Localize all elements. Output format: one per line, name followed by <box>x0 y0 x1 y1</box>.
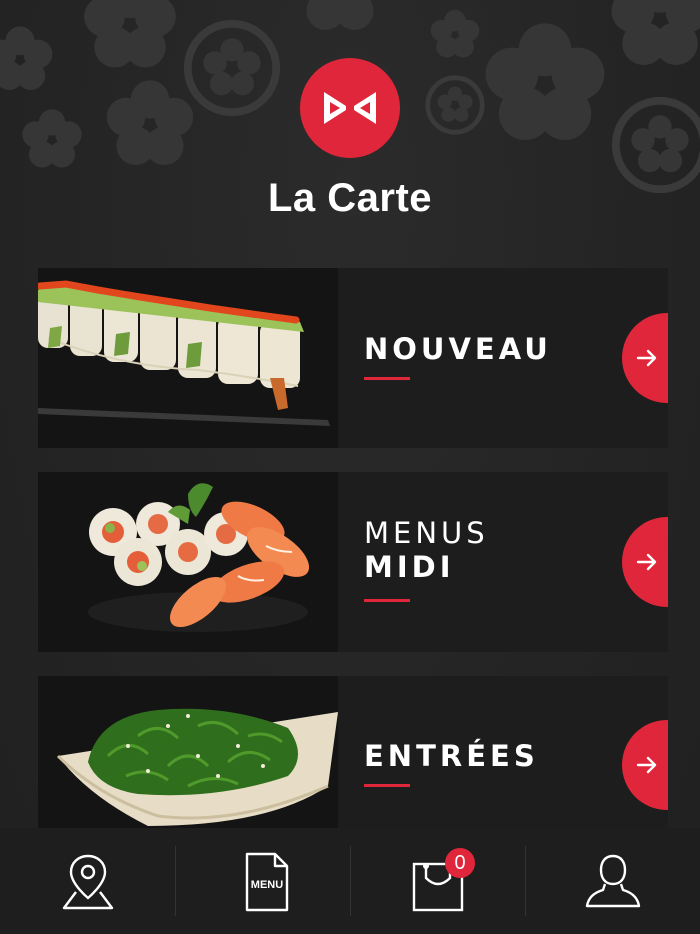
tab-account[interactable] <box>525 828 700 934</box>
category-title-line: NOUVEAU <box>364 332 552 366</box>
open-category-button[interactable] <box>622 720 668 810</box>
menu-document-label: MENU <box>251 879 283 891</box>
category-title: ENTRÉES <box>364 739 539 773</box>
tab-menu[interactable]: MENU <box>175 828 350 934</box>
menu-document-icon: MENU <box>245 852 289 912</box>
category-title: NOUVEAU <box>364 332 552 366</box>
open-category-button[interactable] <box>622 313 668 403</box>
title-underline <box>364 784 410 787</box>
arrow-right-icon <box>636 756 657 774</box>
bottom-tab-bar: MENU 0 <box>0 828 700 934</box>
cart-count-badge: 0 <box>445 848 475 878</box>
user-icon <box>585 854 641 908</box>
bowtie-icon <box>300 58 400 158</box>
tab-cart[interactable]: 0 <box>350 828 525 934</box>
map-pin-icon <box>62 854 114 910</box>
sushi-roll-photo <box>38 268 338 448</box>
app-screen: La Carte NOUVEAU MENUS MIDI ENTRÉES MENU… <box>0 0 700 934</box>
category-title: MENUS MIDI <box>364 516 489 584</box>
header: La Carte <box>0 58 700 221</box>
sushi-platter-photo <box>38 472 338 652</box>
category-card-nouveau[interactable]: NOUVEAU <box>38 268 668 448</box>
title-underline <box>364 599 410 602</box>
category-card-menus-midi[interactable]: MENUS MIDI <box>38 472 668 652</box>
open-category-button[interactable] <box>622 517 668 607</box>
title-underline <box>364 377 410 380</box>
category-title-line: MIDI <box>364 550 455 584</box>
page-title: La Carte <box>267 176 433 220</box>
arrow-right-icon <box>636 553 657 571</box>
category-title-line: MENUS <box>364 516 489 550</box>
category-title-line: ENTRÉES <box>364 739 539 773</box>
tab-map[interactable] <box>0 828 175 934</box>
arrow-right-icon <box>636 349 657 367</box>
